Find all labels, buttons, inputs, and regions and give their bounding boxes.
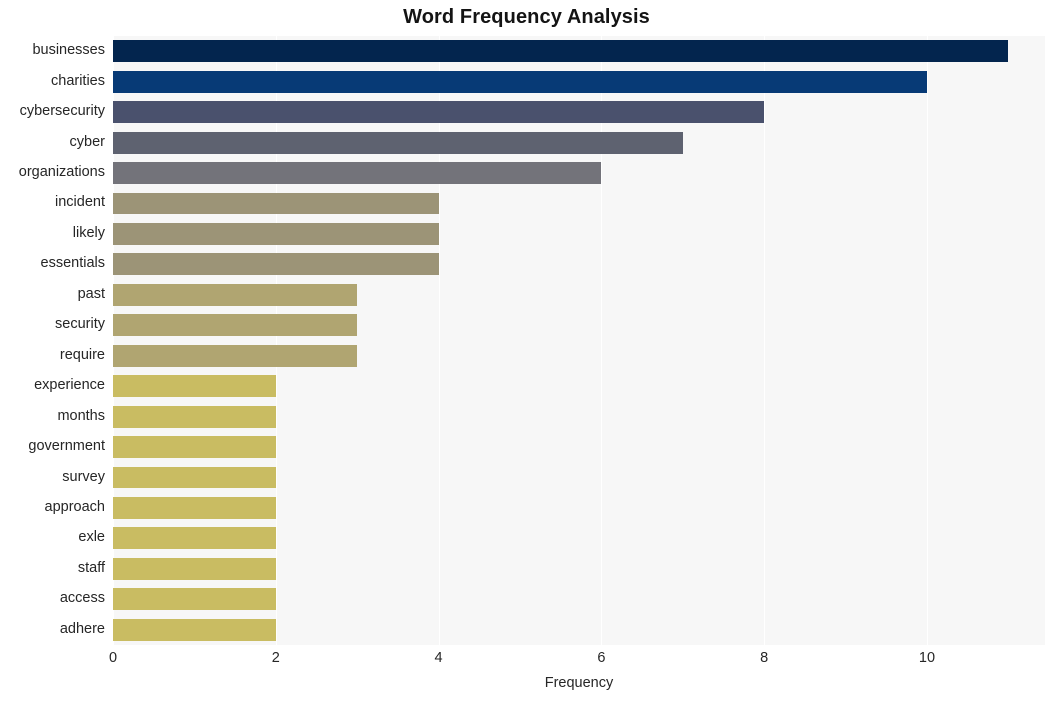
y-tick-label-essentials: essentials — [40, 255, 105, 272]
bar-row[interactable] — [113, 192, 1045, 215]
bar-row[interactable] — [113, 283, 1045, 306]
gridline-x-2 — [438, 36, 440, 645]
bar-row[interactable] — [113, 162, 1045, 184]
plot-area — [113, 36, 1045, 645]
x-tick-label-10: 10 — [918, 650, 936, 666]
bar-row[interactable] — [113, 344, 1045, 367]
y-tick-label-cybersecurity: cybersecurity — [19, 103, 105, 120]
bar-likely[interactable] — [113, 222, 439, 245]
x-axis-ticks: 0 2 4 6 8 10 — [0, 650, 1053, 672]
bar-businesses[interactable] — [113, 40, 1009, 63]
y-tick-label-security: security — [55, 316, 105, 333]
chart-title: Word Frequency Analysis — [403, 6, 650, 28]
y-tick-label-exle: exle — [78, 529, 105, 546]
bar-row[interactable] — [113, 222, 1045, 245]
bar-row[interactable] — [113, 405, 1045, 428]
bar-row[interactable] — [113, 557, 1045, 580]
y-tick-label-government: government — [28, 438, 105, 455]
y-tick-label-past: past — [77, 285, 105, 302]
y-tick-label-likely: likely — [72, 224, 105, 241]
bar-approach[interactable] — [113, 497, 276, 519]
bar-row[interactable] — [113, 466, 1045, 489]
x-tick-label-2: 2 — [271, 650, 280, 666]
bar-charities[interactable] — [113, 70, 927, 93]
y-tick-label-survey: survey — [62, 468, 105, 485]
y-tick-label-months: months — [57, 407, 105, 424]
bar-essentials[interactable] — [113, 253, 439, 276]
bar-past[interactable] — [113, 283, 358, 306]
y-tick-label-access: access — [59, 590, 105, 607]
bar-government[interactable] — [113, 436, 276, 459]
x-tick-label-6: 6 — [597, 650, 606, 666]
bar-require[interactable] — [113, 344, 358, 367]
y-tick-label-cyber: cyber — [69, 133, 105, 150]
bar-exle[interactable] — [113, 527, 276, 550]
y-tick-label-charities: charities — [51, 72, 105, 89]
bar-row[interactable] — [113, 436, 1045, 459]
bar-row[interactable] — [113, 527, 1045, 550]
bar-incident[interactable] — [113, 192, 439, 215]
bar-months[interactable] — [113, 405, 276, 428]
bar-row[interactable] — [113, 40, 1045, 63]
y-tick-label-experience: experience — [34, 377, 105, 394]
y-tick-label-adhere: adhere — [59, 620, 105, 637]
bar-adhere[interactable] — [113, 618, 276, 641]
gridline-x-1 — [275, 36, 277, 645]
y-tick-label-organizations: organizations — [18, 164, 105, 181]
y-axis: businesses charities cybersecurity cyber org… — [0, 36, 105, 645]
bar-row[interactable] — [113, 131, 1045, 154]
bar-row[interactable] — [113, 497, 1045, 519]
gridline-x-0 — [113, 36, 114, 645]
bar-staff[interactable] — [113, 557, 276, 580]
x-tick-label-0: 0 — [108, 650, 118, 666]
word-frequency-chart: Word Frequency Analysis businesses charit… — [0, 0, 1053, 701]
bar-row[interactable] — [113, 101, 1045, 124]
y-tick-label-require: require — [59, 346, 105, 363]
bar-row[interactable] — [113, 588, 1045, 611]
bar-cyber[interactable] — [113, 131, 683, 154]
gridline-x-3 — [601, 36, 603, 645]
bar-row[interactable] — [113, 253, 1045, 276]
bar-survey[interactable] — [113, 466, 276, 489]
gridline-x-5 — [926, 36, 928, 645]
y-tick-label-approach: approach — [44, 498, 105, 515]
gridline-x-4 — [764, 36, 766, 645]
bar-security[interactable] — [113, 314, 358, 337]
bar-cybersecurity[interactable] — [113, 101, 765, 124]
bar-row[interactable] — [113, 375, 1045, 398]
x-tick-label-8: 8 — [760, 650, 769, 666]
y-tick-label-incident: incident — [55, 194, 105, 211]
bar-row[interactable] — [113, 618, 1045, 641]
bar-row[interactable] — [113, 70, 1045, 93]
bar-organizations[interactable] — [113, 162, 602, 184]
bar-row[interactable] — [113, 314, 1045, 337]
y-tick-label-businesses: businesses — [32, 42, 105, 59]
y-tick-label-staff: staff — [77, 559, 105, 576]
bar-access[interactable] — [113, 588, 276, 611]
bar-experience[interactable] — [113, 375, 276, 398]
x-tick-label-4: 4 — [434, 650, 443, 666]
x-axis-title: Frequency — [544, 675, 614, 691]
